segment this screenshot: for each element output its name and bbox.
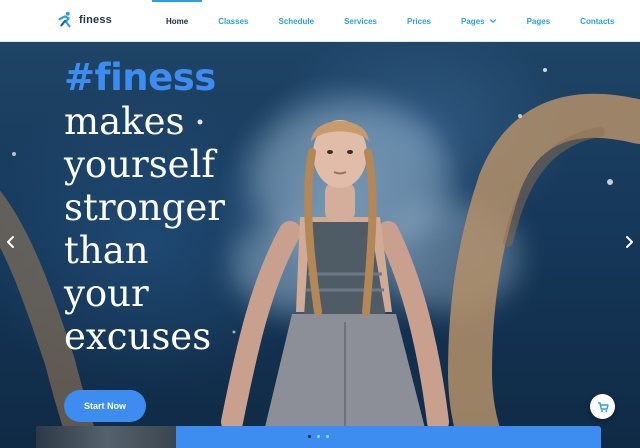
nav-label: Pages [526, 16, 551, 26]
nav-schedule[interactable]: Schedule [276, 0, 316, 42]
nav-label: Prices [406, 16, 432, 26]
chevron-right-icon[interactable] [622, 234, 636, 250]
nav-label: Pages [461, 16, 485, 26]
nav-label: Home [166, 16, 189, 26]
running-figure-icon [58, 11, 71, 28]
trainer-thumbnail-image [36, 426, 176, 448]
headline-line: yourself [64, 143, 216, 186]
hero-hashtag: #finess [64, 56, 216, 99]
headline-line: stronger [64, 186, 225, 229]
nav-pages-dropdown[interactable]: Pages [459, 0, 499, 42]
cart-button[interactable] [590, 394, 615, 419]
nav-label: Contacts [580, 16, 615, 26]
hero-slider: #finess makes yourself stronger than you… [0, 42, 640, 448]
main-nav: Home Classes Schedule Services Prices Pa… [150, 0, 616, 42]
nav-home[interactable]: Home [151, 0, 203, 42]
shopping-cart-icon [597, 401, 609, 412]
nav-contacts[interactable]: Contacts [578, 0, 616, 42]
slider-dots [308, 435, 335, 438]
chevron-left-icon[interactable] [4, 234, 18, 250]
headline-line: than [64, 229, 149, 272]
chevron-down-icon [489, 19, 496, 24]
nav-label: Schedule [278, 16, 315, 26]
headline-line: excuses [64, 315, 212, 358]
nav-pages[interactable]: Pages [525, 0, 553, 42]
brand-name: finess [79, 14, 112, 26]
hero-headline: makes yourself stronger than your excuse… [64, 100, 324, 358]
nav-label: Classes [218, 16, 249, 26]
site-header: finess Home Classes Schedule Services Pr… [0, 0, 640, 42]
nav-label: Services [344, 16, 377, 26]
slider-dot[interactable] [308, 435, 311, 438]
nav-services[interactable]: Services [342, 0, 379, 42]
headline-line: your [64, 272, 149, 315]
slider-dot[interactable] [317, 435, 320, 438]
brand-logo[interactable]: finess [56, 10, 112, 30]
nav-classes[interactable]: Classes [216, 0, 250, 42]
nav-prices[interactable]: Prices [405, 0, 433, 42]
start-now-button[interactable]: Start Now [64, 390, 146, 422]
slider-dot[interactable] [326, 435, 329, 438]
headline-line: makes [64, 100, 185, 143]
